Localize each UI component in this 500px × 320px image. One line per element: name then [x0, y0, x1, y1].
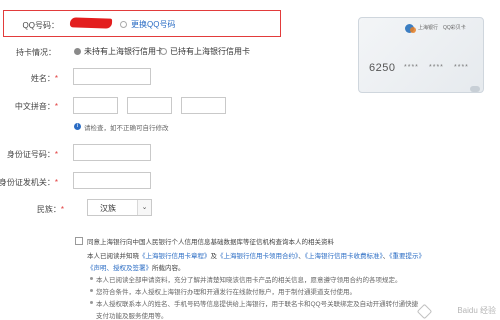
consent-bullet-3-cont: 支付功能及服务使用等。 [96, 313, 168, 320]
pinyin-input-3[interactable] [181, 97, 226, 114]
ethnicity-value: 汉族 [100, 204, 116, 213]
brand-logo-icon [410, 27, 416, 33]
pinyin-label: 中文拼音：* [14, 102, 58, 111]
id-number-input[interactable] [73, 144, 151, 161]
link-declaration[interactable]: 《声明、授权及签署》 [87, 265, 152, 272]
pinyin-input-2[interactable] [127, 97, 172, 114]
pinyin-input-1[interactable] [73, 97, 118, 114]
redacted-qq-number [69, 17, 113, 29]
change-qq-icon[interactable] [120, 21, 127, 28]
card-brand: QQ彩贝卡 [443, 25, 466, 31]
id-issuer-input[interactable] [73, 172, 151, 189]
consent-bullet-1: 本人已阅读全部申请资料，充分了解并清楚知晓该信用卡产品的相关信息，愿意遵守领用合… [96, 277, 402, 284]
card-preview: 上海银行 QQ彩贝卡 6250 **** **** **** [358, 17, 484, 93]
link-notice[interactable]: 《重要提示》 [389, 253, 425, 260]
consent-checkbox[interactable] [75, 237, 83, 245]
card-mask-3: **** [454, 64, 469, 71]
chevron-down-icon: ⌄ [137, 200, 151, 215]
name-label: 姓名：* [30, 74, 58, 83]
baidu-paw-icon [416, 303, 433, 320]
card-holding-label: 持卡情况： [16, 48, 56, 57]
card-chip-icon [470, 86, 480, 92]
card-number-start: 6250 [369, 62, 396, 74]
link-charter[interactable]: 《上海银行信用卡章程》 [139, 253, 211, 260]
consent-bullet-3: 本人授权联系本人的姓名、手机号码等信息提供给上海银行，用于联名卡和QQ号关联绑定… [96, 301, 419, 308]
ethnicity-label: 民族：* [36, 205, 64, 214]
ethnicity-select[interactable]: 汉族 ⌄ [87, 199, 152, 216]
radio-has-card-label: 已持有上海银行信用卡 [170, 47, 250, 56]
pinyin-hint: 请检查，如不正确可自行修改 [84, 125, 169, 132]
info-icon: i [74, 123, 81, 130]
watermark: Baidu 经验 [457, 306, 496, 315]
bullet [90, 301, 93, 304]
card-bank-name: 上海银行 [418, 25, 439, 31]
bullet [90, 277, 93, 280]
change-qq-link[interactable]: 更换QQ号码 [131, 19, 175, 30]
id-issuer-label: 身份证发机关：* [0, 178, 58, 187]
qq-label: QQ号码： [22, 21, 59, 30]
bullet [90, 289, 93, 292]
link-contract[interactable]: 《上海银行信用卡领用合约》 [217, 253, 298, 260]
consent-bullet-2: 您符合条件，本人授权上海银行办理和开通发行在线款付账户，用于制付通渠道支付使用。 [96, 289, 356, 296]
consent-line-3: 《声明、授权及签署》所载内容。 [87, 265, 185, 272]
consent-line-1: 同意上海银行向中国人民银行个人信用信息基础数据库等征信机构查询本人的相关资料 [87, 239, 334, 246]
link-fees[interactable]: 《上海银行信用卡收费标准》 [305, 253, 383, 260]
consent-line-2: 本人已阅读并知晓《上海银行信用卡章程》及《上海银行信用卡领用合约》、《上海银行信… [87, 253, 425, 260]
name-input[interactable] [73, 68, 151, 85]
radio-no-card-label: 未持有上海银行信用卡 [84, 47, 164, 56]
card-mask-1: **** [404, 64, 419, 71]
radio-has-card[interactable] [160, 48, 167, 55]
id-number-label: 身份证号码：* [6, 150, 58, 159]
card-mask-2: **** [429, 64, 444, 71]
radio-no-card[interactable] [74, 48, 81, 55]
